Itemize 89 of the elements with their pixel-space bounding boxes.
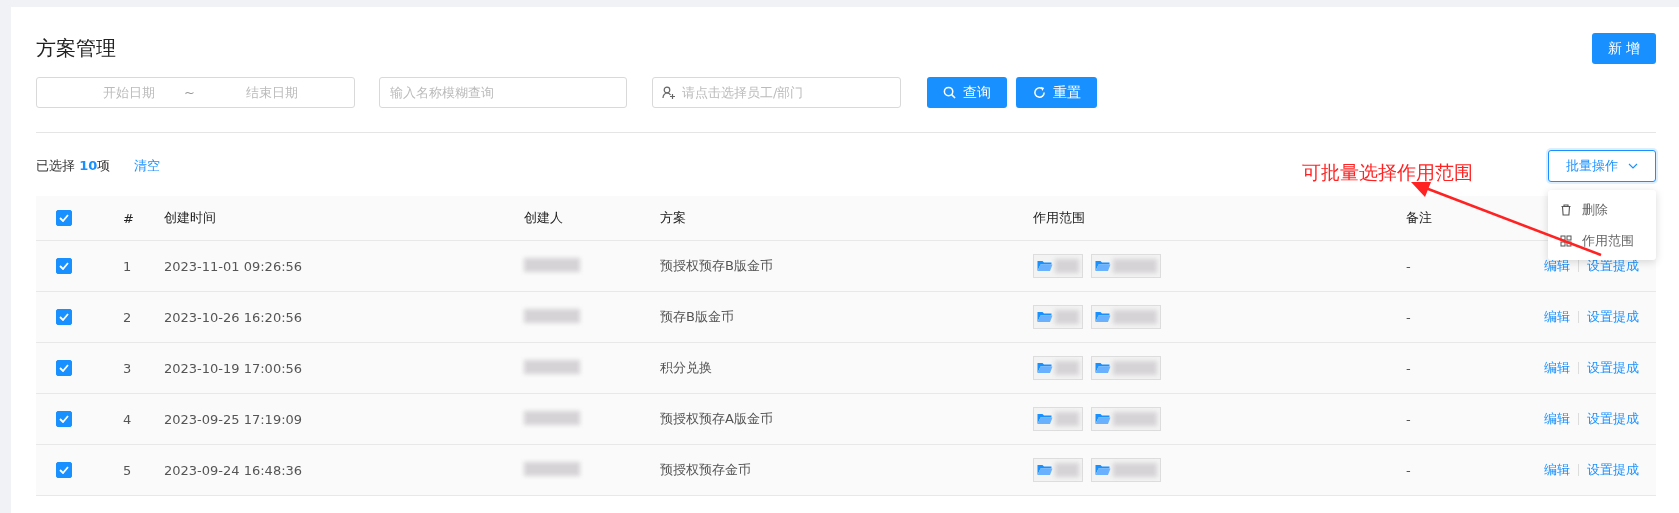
column-header: 创建人: [524, 210, 563, 225]
check-icon: [59, 364, 69, 372]
clear-link[interactable]: 清空: [134, 158, 161, 173]
table-cell: 2: [123, 309, 132, 325]
checkbox[interactable]: [56, 462, 72, 478]
table-cell: 积分兑换: [660, 360, 712, 375]
add-button[interactable]: 新 增: [1592, 33, 1656, 64]
check-icon: [59, 262, 69, 270]
column-header: 备注: [1406, 210, 1432, 225]
table-cell: 2023-10-19 17:00:56: [164, 360, 303, 376]
end-date-input[interactable]: 结束日期: [224, 84, 319, 101]
blurred-text: [1055, 310, 1079, 324]
query-button[interactable]: 查询: [927, 77, 1007, 108]
folder-icon: [1037, 464, 1053, 476]
action-link[interactable]: 设置提成: [1587, 359, 1639, 377]
annotation-text: 可批量选择作用范围: [1302, 160, 1473, 185]
folder-icon: [1037, 311, 1053, 323]
folder-icon: [1095, 413, 1111, 425]
trash-icon: [1560, 203, 1572, 216]
table-cell: 预存B版金币: [660, 309, 734, 324]
checkbox[interactable]: [56, 309, 72, 325]
action-link[interactable]: 编辑: [1544, 461, 1570, 479]
range-separator: ~: [184, 85, 195, 100]
blurred-text: [1113, 463, 1157, 477]
table-cell: 2023-10-26 16:20:56: [164, 309, 303, 325]
action-link[interactable]: 设置提成: [1587, 308, 1639, 326]
folder-icon: [1037, 260, 1053, 272]
chevron-down-icon: [1628, 163, 1638, 169]
checkbox[interactable]: [56, 411, 72, 427]
checkbox[interactable]: [56, 210, 72, 226]
reset-button[interactable]: 重置: [1016, 77, 1097, 108]
folder-icon: [1095, 311, 1111, 323]
table-cell: 预授权预存A版金币: [660, 411, 773, 426]
table-cell: 2023-09-24 16:48:36: [164, 462, 303, 478]
table-cell: 2023-11-01 09:26:56: [164, 258, 303, 274]
start-date-input[interactable]: 开始日期: [82, 84, 176, 101]
menu-item[interactable]: 作用范围: [1548, 225, 1656, 256]
table-cell: -: [1406, 258, 1411, 274]
date-range-field[interactable]: 开始日期 ~ 结束日期: [36, 77, 355, 108]
blurred-text: [1055, 361, 1079, 375]
folder-icon: [1095, 260, 1111, 272]
blurred-text: [1055, 463, 1079, 477]
table-cell: -: [1406, 462, 1411, 478]
blurred-text: [1055, 259, 1079, 273]
action-link[interactable]: 设置提成: [1587, 461, 1639, 479]
folder-icon: [1095, 464, 1111, 476]
column-header: #: [123, 210, 134, 226]
folder-icon: [1037, 362, 1053, 374]
check-icon: [59, 313, 69, 321]
table-cell: -: [1406, 309, 1411, 325]
grid-icon: [1560, 234, 1572, 247]
action-link[interactable]: 编辑: [1544, 359, 1570, 377]
table-cell: 2023-09-25 17:19:09: [164, 411, 303, 427]
table-cell: 1: [123, 258, 132, 274]
check-icon: [59, 466, 69, 474]
name-search-field[interactable]: 输入名称模糊查询: [379, 77, 627, 108]
check-icon: [59, 415, 69, 423]
employee-picker-field[interactable]: 请点击选择员工/部门: [652, 77, 901, 108]
blurred-text: [1113, 361, 1157, 375]
table-cell: 预授权预存B版金币: [660, 258, 773, 273]
blurred-text: [1055, 412, 1079, 426]
page-title: 方案管理: [36, 35, 116, 62]
checkbox[interactable]: [56, 258, 72, 274]
table-cell: 4: [123, 411, 132, 427]
blurred-text: [1113, 412, 1157, 426]
action-link[interactable]: 设置提成: [1587, 410, 1639, 428]
column-header: 作用范围: [1033, 210, 1085, 225]
table-cell: 预授权预存金币: [660, 462, 751, 477]
table-cell: -: [1406, 411, 1411, 427]
search-icon: [943, 86, 956, 99]
folder-icon: [1095, 362, 1111, 374]
menu-item[interactable]: 删除: [1548, 194, 1656, 225]
folder-icon: [1037, 413, 1053, 425]
checkbox[interactable]: [56, 360, 72, 376]
check-icon: [59, 214, 69, 222]
blurred-text: [1113, 259, 1157, 273]
action-link[interactable]: 编辑: [1544, 410, 1570, 428]
table-cell: -: [1406, 360, 1411, 376]
column-header: 创建时间: [164, 210, 216, 225]
action-link[interactable]: 编辑: [1544, 308, 1570, 326]
batch-actions-button[interactable]: 批量操作: [1548, 150, 1656, 182]
selection-summary: 已选择 10项: [36, 158, 111, 173]
column-header: 方案: [660, 210, 686, 225]
reload-icon: [1032, 86, 1046, 99]
action-link[interactable]: 编辑: [1544, 257, 1570, 275]
action-link[interactable]: 设置提成: [1587, 257, 1639, 275]
table-cell: 5: [123, 462, 132, 478]
blurred-text: [1113, 310, 1157, 324]
table-cell: 3: [123, 360, 132, 376]
